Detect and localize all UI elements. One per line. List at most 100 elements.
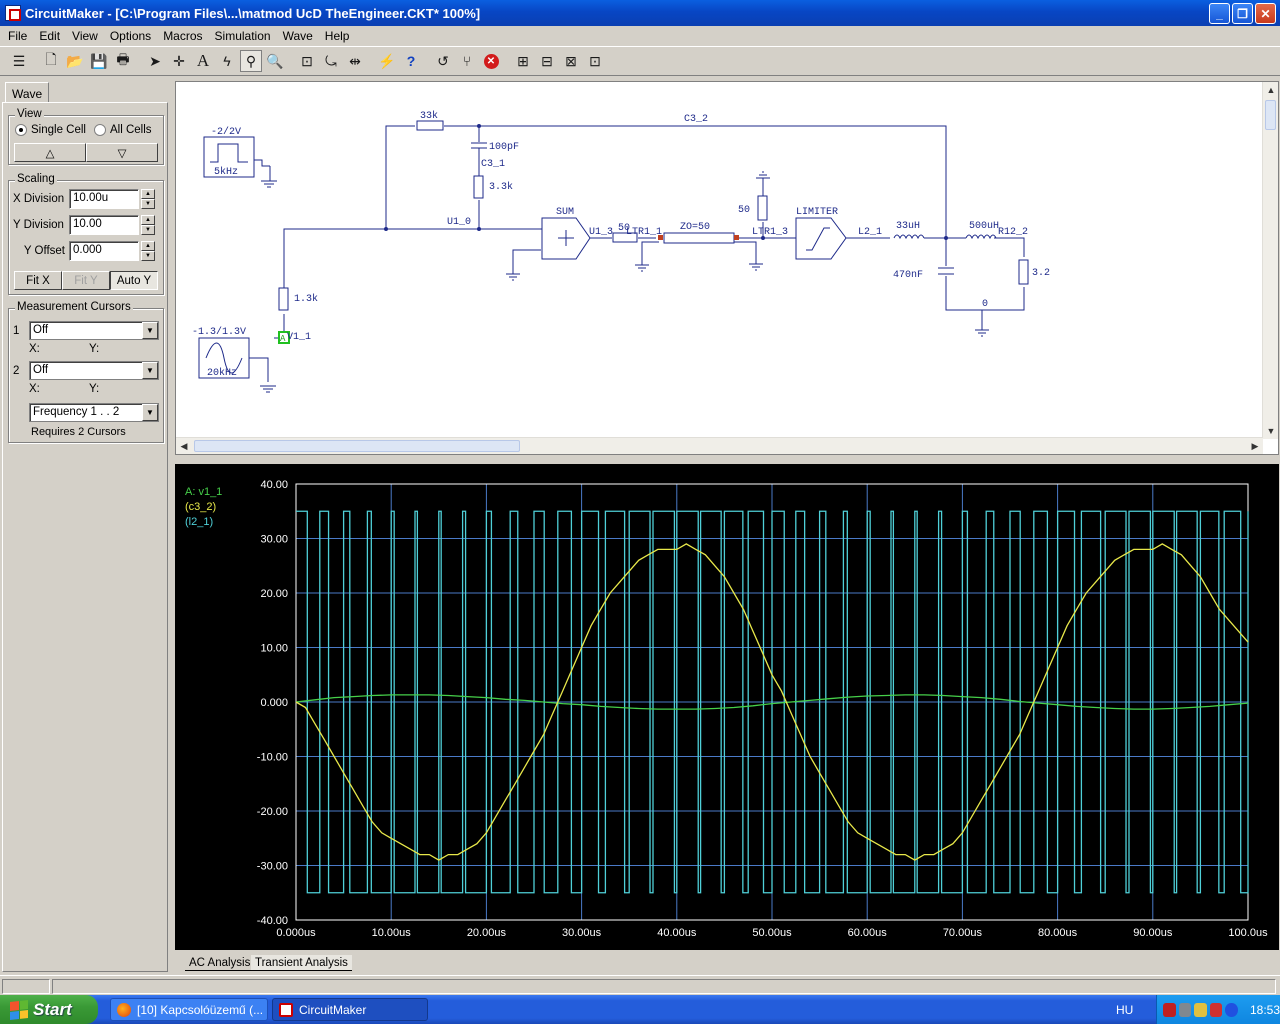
scroll-right-icon[interactable]: ▶: [1247, 438, 1263, 454]
previous-cell-button[interactable]: △: [14, 143, 86, 162]
menu-bar: File Edit View Options Macros Simulation…: [0, 26, 1280, 45]
transmission-line[interactable]: ZO=50: [658, 222, 739, 244]
rotate-icon[interactable]: ⤿: [320, 50, 342, 72]
antivirus-icon[interactable]: [1209, 1002, 1223, 1017]
menu-macros[interactable]: Macros: [157, 29, 208, 43]
new-file-icon[interactable]: 🗋: [40, 50, 62, 72]
open-folder-icon[interactable]: 📂: [64, 50, 86, 72]
app-icon[interactable]: [5, 5, 21, 21]
menu-view[interactable]: View: [66, 29, 104, 43]
label-c3-2: C3_2: [684, 114, 708, 125]
maximize-button[interactable]: ❐: [1232, 3, 1253, 24]
taskbar-item-circuitmaker[interactable]: CircuitMaker: [272, 998, 428, 1021]
lightning-icon[interactable]: ϟ: [216, 50, 238, 72]
y-division-field[interactable]: 10.00: [69, 215, 139, 235]
save-icon[interactable]: 💾: [88, 50, 110, 72]
language-indicator[interactable]: HU: [1116, 1003, 1133, 1017]
text-tool-icon[interactable]: A: [192, 50, 214, 72]
print-icon[interactable]: 🖶: [112, 50, 134, 72]
x-tick-label: 70.00us: [943, 927, 983, 939]
step-icon[interactable]: ⑂: [456, 50, 478, 72]
menu-wave[interactable]: Wave: [277, 29, 319, 43]
scroll-left-icon[interactable]: ◀: [176, 438, 192, 454]
speaker-icon[interactable]: [1194, 1002, 1207, 1017]
probe-icon[interactable]: ⚲: [240, 50, 262, 72]
trace-icon[interactable]: ⊞: [512, 50, 534, 72]
spin-up-icon[interactable]: ▲: [141, 189, 155, 199]
all-cells-radio[interactable]: All Cells: [93, 124, 152, 136]
horizontal-scroll-thumb[interactable]: [194, 440, 520, 452]
spin-up-icon[interactable]: ▲: [141, 241, 155, 251]
sine-amplitude-label: -1.3/1.3V: [192, 326, 246, 338]
schematic-view[interactable]: -2/2V 5kHz -1.3/1.3V 20kHz SUM ZO=50 LIM…: [175, 81, 1279, 455]
fit-y-button[interactable]: Fit Y: [62, 271, 110, 290]
measurement-type-select[interactable]: Frequency 1 . . 2 ▼: [29, 403, 159, 422]
menu-help[interactable]: Help: [319, 29, 356, 43]
scroll-down-icon[interactable]: ▼: [1263, 423, 1278, 439]
tab-ac-analysis[interactable]: AC Analysis: [185, 955, 255, 971]
chevron-down-icon[interactable]: ▼: [142, 322, 158, 339]
zoom-fit-icon[interactable]: ⊡: [296, 50, 318, 72]
spin-down-icon[interactable]: ▼: [141, 225, 155, 235]
shield-icon[interactable]: [1163, 1002, 1176, 1017]
stop-simulation-icon[interactable]: ✕: [480, 50, 502, 72]
analyses-setup-icon[interactable]: ⊠: [560, 50, 582, 72]
cursor-1-select[interactable]: Off ▼: [29, 321, 159, 340]
analysis-window[interactable]: 0.000us 10.00us 20.00us 30.00us 40.00us 50.00…: [175, 464, 1279, 950]
tab-wave[interactable]: Wave: [5, 82, 49, 103]
window-title: CircuitMaker - [C:\Program Files\...\mat…: [25, 5, 481, 21]
x-division-field[interactable]: 10.00u: [69, 189, 139, 209]
mirror-icon[interactable]: ⇹: [344, 50, 366, 72]
analysis-window-icon[interactable]: ⊡: [584, 50, 606, 72]
y-offset-spinner[interactable]: ▲ ▼: [141, 241, 155, 261]
single-cell-radio-dot[interactable]: [15, 124, 27, 136]
schematic-horizontal-scrollbar[interactable]: ◀ ▶: [176, 437, 1263, 454]
schematic-canvas[interactable]: -2/2V 5kHz -1.3/1.3V 20kHz SUM ZO=50 LIM…: [176, 82, 1263, 439]
network-icon[interactable]: [1178, 1002, 1192, 1017]
wire-cross-icon[interactable]: ✛: [168, 50, 190, 72]
limiter-block[interactable]: LIMITER: [795, 207, 847, 260]
spin-down-icon[interactable]: ▼: [141, 251, 155, 261]
y-offset-field[interactable]: 0.000: [69, 241, 139, 261]
single-cell-radio[interactable]: Single Cell: [15, 124, 86, 136]
zoom-icon[interactable]: 🔍: [264, 50, 286, 72]
cursor-2-select[interactable]: Off ▼: [29, 361, 159, 380]
schematic-vertical-scrollbar[interactable]: ▲ ▼: [1262, 82, 1278, 439]
menu-file[interactable]: File: [2, 29, 33, 43]
help-icon[interactable]: ?: [400, 50, 422, 72]
sum-block[interactable]: SUM: [541, 207, 591, 260]
minimize-button[interactable]: _: [1209, 3, 1230, 24]
y-division-spinner[interactable]: ▲ ▼: [141, 215, 155, 235]
legend-entry: A: v1_1: [185, 486, 222, 498]
x-division-spinner[interactable]: ▲ ▼: [141, 189, 155, 209]
menu-simulation[interactable]: Simulation: [209, 29, 277, 43]
start-button[interactable]: Start: [0, 995, 98, 1024]
digital-wand-icon[interactable]: ⚡: [376, 50, 398, 72]
next-cell-button[interactable]: ▽: [86, 143, 158, 162]
square-wave-source[interactable]: -2/2V 5kHz: [203, 126, 277, 188]
chevron-down-icon[interactable]: ▼: [142, 362, 158, 379]
waveform-chart[interactable]: 0.000us 10.00us 20.00us 30.00us 40.00us 50.00…: [175, 464, 1279, 950]
chevron-down-icon[interactable]: ▼: [142, 404, 158, 421]
menu-edit[interactable]: Edit: [33, 29, 66, 43]
reset-icon[interactable]: ↺: [432, 50, 454, 72]
sine-wave-source[interactable]: -1.3/1.3V 20kHz: [192, 326, 276, 393]
auto-y-button[interactable]: Auto Y: [110, 271, 158, 290]
spin-up-icon[interactable]: ▲: [141, 215, 155, 225]
spin-down-icon[interactable]: ▼: [141, 199, 155, 209]
fit-x-button[interactable]: Fit X: [14, 271, 62, 290]
toolbar-panel-icon[interactable]: ☰: [8, 50, 30, 72]
close-button[interactable]: ✕: [1255, 3, 1276, 24]
bluetooth-icon[interactable]: [1225, 1002, 1238, 1017]
scroll-up-icon[interactable]: ▲: [1263, 82, 1278, 98]
arrow-pointer-icon[interactable]: ➤: [144, 50, 166, 72]
waveform-view-icon[interactable]: ⊟: [536, 50, 558, 72]
label-3k3: 3.3k: [489, 181, 513, 193]
y-division-label: Y Division: [13, 219, 64, 231]
all-cells-radio-dot[interactable]: [93, 124, 106, 136]
tab-transient-analysis[interactable]: Transient Analysis: [251, 955, 352, 971]
resistors[interactable]: [278, 120, 1029, 311]
menu-options[interactable]: Options: [104, 29, 157, 43]
taskbar-item-firefox[interactable]: [10] Kapcsolóüzemű (...: [110, 998, 268, 1021]
vertical-scroll-thumb[interactable]: [1265, 100, 1276, 130]
